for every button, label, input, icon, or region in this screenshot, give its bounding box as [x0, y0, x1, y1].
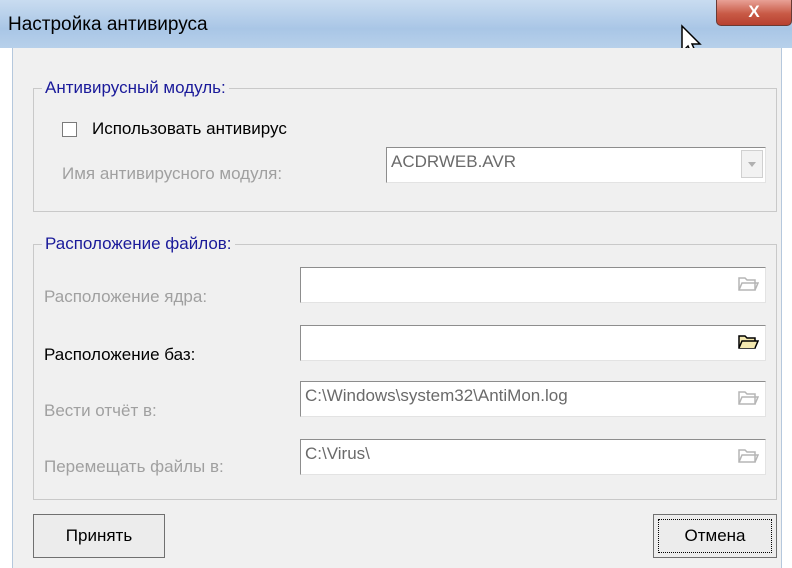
- move-files-field[interactable]: C:\Virus\: [300, 439, 766, 475]
- move-files-value: C:\Virus\: [305, 444, 370, 463]
- move-files-label: Перемещать файлы в:: [44, 457, 224, 476]
- close-button[interactable]: X: [716, 0, 792, 26]
- folder-open-icon[interactable]: [737, 387, 759, 407]
- folder-open-icon[interactable]: [737, 273, 759, 293]
- folder-open-icon[interactable]: [737, 331, 759, 351]
- module-name-combobox[interactable]: ACDRWEB.AVR: [386, 147, 766, 183]
- dialog-body: Антивирусный модуль: Использовать антиви…: [12, 48, 782, 568]
- report-label: Вести отчёт в:: [44, 401, 157, 420]
- chevron-down-icon: [748, 162, 756, 167]
- use-antivirus-checkbox[interactable]: [62, 122, 77, 137]
- window-title: Настройка антивируса: [8, 14, 208, 35]
- combobox-dropdown-button[interactable]: [741, 150, 763, 178]
- title-bar: Настройка антивируса X: [0, 0, 792, 48]
- core-location-label: Расположение ядра:: [44, 287, 208, 306]
- db-location-label: Расположение баз:: [44, 345, 196, 364]
- core-location-field[interactable]: [300, 267, 766, 303]
- cancel-button[interactable]: Отмена: [653, 514, 777, 558]
- folder-open-icon[interactable]: [737, 445, 759, 465]
- file-locations-group: Расположение файлов: Расположение ядра: …: [33, 234, 777, 500]
- module-name-value: ACDRWEB.AVR: [391, 152, 517, 171]
- use-antivirus-label[interactable]: Использовать антивирус: [92, 119, 287, 139]
- file-locations-legend: Расположение файлов:: [42, 234, 235, 254]
- report-field[interactable]: C:\Windows\system32\AntiMon.log: [300, 381, 766, 417]
- antivirus-module-group: Антивирусный модуль: Использовать антиви…: [33, 78, 777, 212]
- db-location-field[interactable]: [300, 325, 766, 361]
- module-name-label: Имя антивирусного модуля:: [62, 164, 283, 183]
- accept-button[interactable]: Принять: [33, 514, 165, 558]
- report-value: C:\Windows\system32\AntiMon.log: [305, 386, 568, 405]
- antivirus-module-legend: Антивирусный модуль:: [42, 78, 229, 98]
